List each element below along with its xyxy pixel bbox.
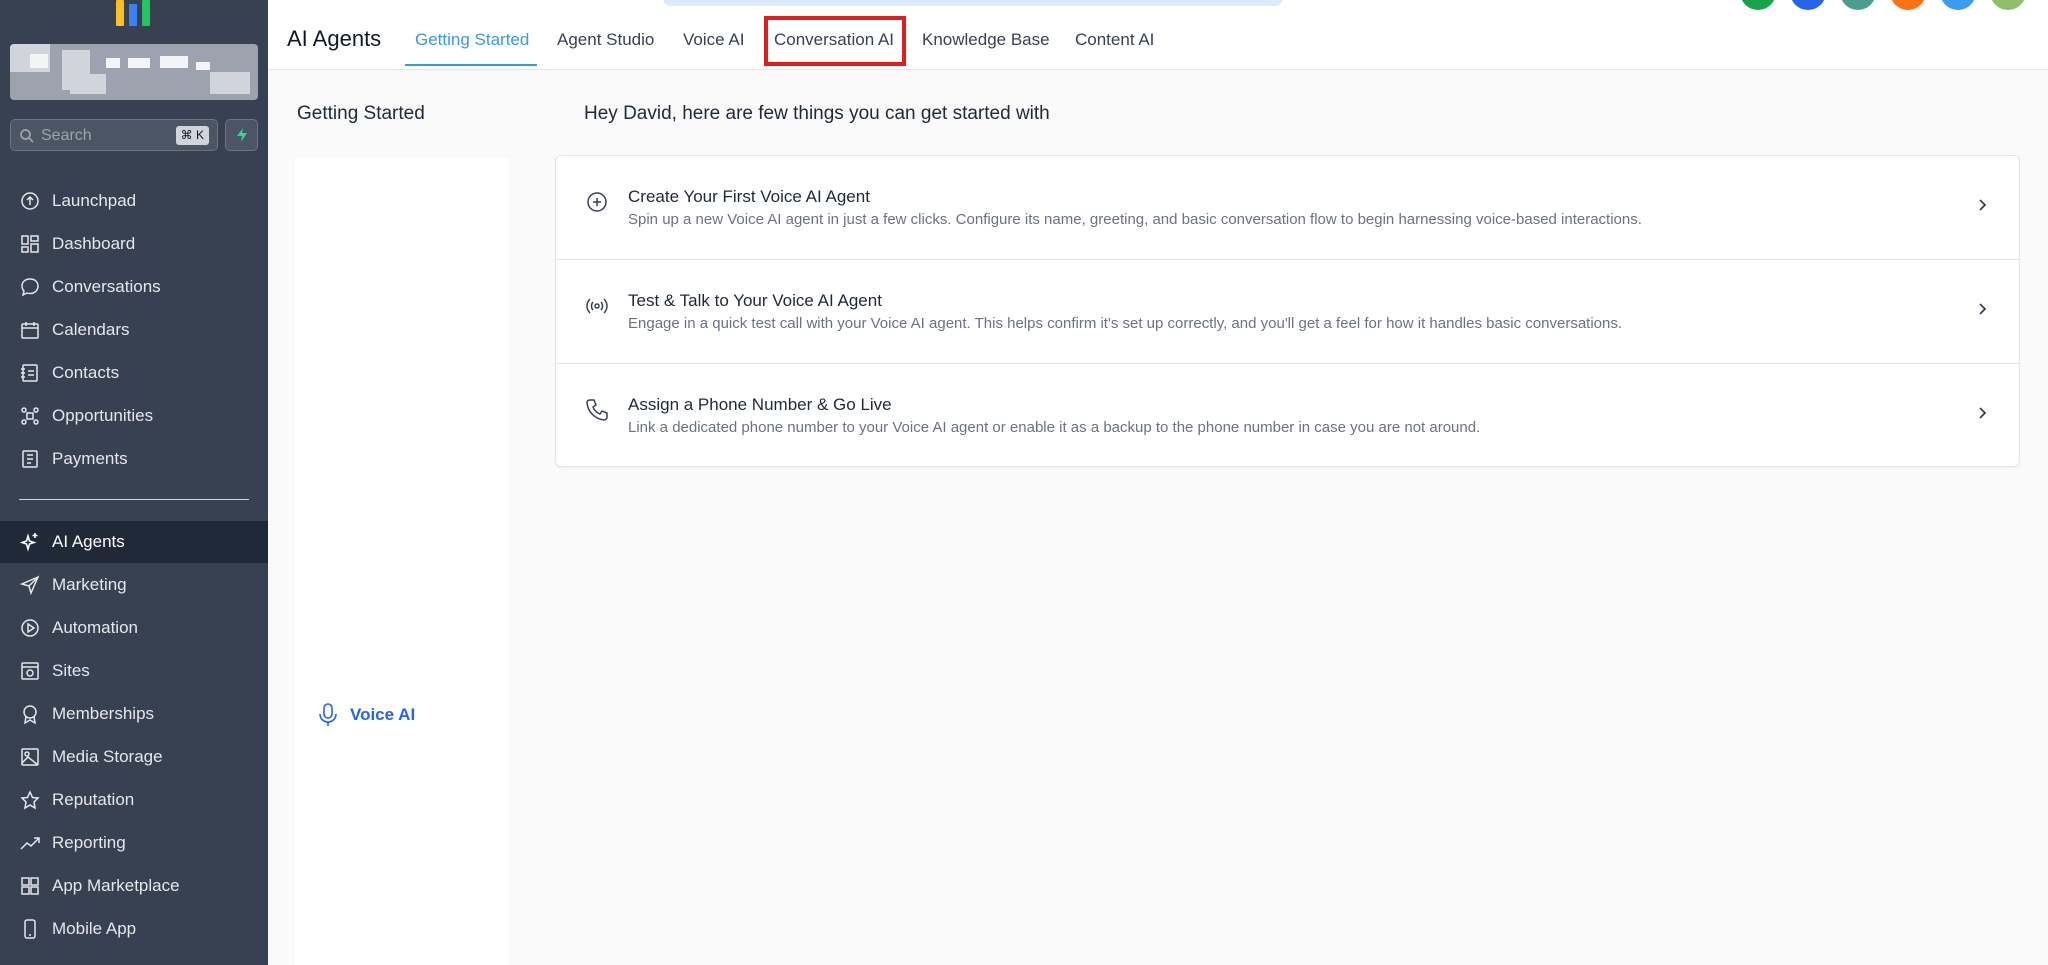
sidebar-item-label: App Marketplace — [52, 876, 180, 895]
sidebar-item-payments[interactable]: Payments — [0, 438, 268, 480]
sidebar-item-label: Dashboard — [52, 234, 136, 253]
sidebar-item-calendars[interactable]: Calendars — [0, 309, 268, 351]
tab-getting-started[interactable]: Getting Started — [415, 30, 529, 50]
sidebar-item-conversations[interactable]: Conversations — [0, 266, 268, 308]
sites-icon — [21, 662, 39, 680]
sidebar-item-label: Memberships — [52, 704, 155, 723]
brand-logo[interactable] — [116, 0, 152, 26]
sidebar-item-automation[interactable]: Automation — [0, 607, 268, 649]
search-bar[interactable]: Search ⌘ K — [10, 119, 218, 151]
search-placeholder[interactable]: Search — [41, 127, 92, 145]
step-test-agent[interactable]: Test & Talk to Your Voice AI Agent Engag… — [556, 260, 2019, 364]
dashboard-icon — [21, 235, 39, 253]
sidebar-item-label: Media Storage — [52, 747, 163, 766]
step-description: Link a dedicated phone number to your Vo… — [628, 419, 1481, 436]
page-title: AI Agents — [287, 26, 382, 51]
star-icon — [20, 790, 40, 810]
header-avatar[interactable] — [1790, 0, 1826, 10]
sidebar-item-dashboard[interactable]: Dashboard — [0, 223, 268, 265]
tab-content-ai[interactable]: Content AI — [1075, 30, 1154, 50]
step-assign-number[interactable]: Assign a Phone Number & Go Live Link a d… — [556, 364, 2019, 468]
sidebar-item-media-storage[interactable]: Media Storage — [0, 736, 268, 778]
launchpad-icon — [21, 192, 39, 210]
sidebar-item-ai-agents[interactable]: AI Agents — [0, 521, 268, 563]
broadcast-icon — [586, 298, 608, 314]
search-icon — [20, 129, 34, 143]
account-switcher[interactable] — [10, 44, 258, 100]
chevron-right-icon — [1979, 407, 1987, 419]
sidebar-item-label: Sites — [52, 661, 90, 680]
chevron-right-icon — [1979, 303, 1987, 315]
sidebar-item-mobile-app[interactable]: Mobile App — [0, 908, 268, 950]
quick-actions-button[interactable] — [225, 119, 258, 151]
grid-icon — [21, 877, 39, 895]
sidebar-item-label: Launchpad — [52, 191, 137, 210]
header-avatar[interactable] — [1740, 0, 1776, 10]
sidebar-item-reporting[interactable]: Reporting — [0, 822, 268, 864]
search-shortcut-badge: ⌘ K — [175, 126, 209, 145]
tab-knowledge-base[interactable]: Knowledge Base — [922, 30, 1050, 50]
step-title: Test & Talk to Your Voice AI Agent — [628, 291, 882, 310]
sidebar-item-label: Reputation — [52, 790, 135, 809]
sidebar-item-label: Marketing — [52, 575, 127, 594]
sidebar-item-label: AI Agents — [52, 532, 125, 551]
voice-ai-link[interactable]: Voice AI — [318, 703, 415, 727]
lightning-bolt-icon — [237, 128, 247, 142]
sidebar-item-label: Automation — [52, 618, 138, 637]
step-description: Engage in a quick test call with your Vo… — [628, 315, 1623, 332]
tab-agent-studio[interactable]: Agent Studio — [557, 30, 654, 50]
sidebar-item-contacts[interactable]: Contacts — [0, 352, 268, 394]
automation-icon — [21, 619, 39, 637]
header-avatar[interactable] — [1890, 0, 1926, 10]
chevron-right-icon — [1979, 199, 1987, 211]
sidebar-item-marketing[interactable]: Marketing — [0, 564, 268, 606]
step-title: Create Your First Voice AI Agent — [628, 187, 870, 206]
sidebar-item-label: Calendars — [52, 320, 130, 339]
header-avatar[interactable] — [1940, 0, 1976, 10]
image-icon — [21, 748, 39, 766]
sidebar-item-label: Payments — [52, 449, 128, 468]
sidebar-item-sites[interactable]: Sites — [0, 650, 268, 692]
header-avatar[interactable] — [1990, 0, 2026, 10]
voice-ai-link-label: Voice AI — [350, 705, 416, 724]
trending-up-icon — [20, 837, 40, 850]
tab-voice-ai[interactable]: Voice AI — [683, 30, 744, 50]
tab-highlight-box — [764, 16, 906, 66]
contacts-icon — [21, 364, 38, 382]
chat-bubble-icon — [21, 278, 39, 297]
greeting: Hey David, here are few things you can g… — [584, 103, 1050, 124]
sidebar-item-label: Reporting — [52, 833, 126, 852]
send-icon — [20, 575, 40, 595]
phone-icon — [586, 399, 608, 421]
award-icon — [23, 705, 37, 724]
sidebar-divider — [19, 499, 249, 500]
sidebar-item-reputation[interactable]: Reputation — [0, 779, 268, 821]
sidebar-item-label: Opportunities — [52, 406, 154, 425]
step-description: Spin up a new Voice AI agent in just a f… — [628, 211, 1642, 228]
subpanel — [295, 158, 509, 965]
sidebar-item-memberships[interactable]: Memberships — [0, 693, 268, 735]
microphone-icon — [319, 703, 337, 726]
sidebar-item-opportunities[interactable]: Opportunities — [0, 395, 268, 437]
sidebar-item-label: Conversations — [52, 277, 161, 296]
header-avatar[interactable] — [1840, 0, 1876, 10]
subpanel-title: Getting Started — [297, 103, 425, 124]
step-title: Assign a Phone Number & Go Live — [628, 395, 892, 414]
sidebar: Search ⌘ K Launchpad Dashboard Conversat… — [0, 0, 268, 965]
sidebar-item-label: Mobile App — [52, 919, 137, 938]
sidebar-item-label: Contacts — [52, 363, 120, 382]
top-banner[interactable] — [663, 0, 1283, 6]
calendar-icon — [21, 322, 39, 339]
getting-started-card: Create Your First Voice AI Agent Spin up… — [555, 155, 2020, 467]
active-tab-indicator — [405, 64, 537, 66]
top-bar: AI Agents Getting Started Agent Studio V… — [268, 0, 2048, 70]
sparkle-icon — [20, 533, 38, 552]
plus-circle-icon — [587, 192, 607, 212]
payments-icon — [22, 450, 38, 468]
mobile-icon — [24, 919, 36, 939]
sidebar-item-app-marketplace[interactable]: App Marketplace — [0, 865, 268, 907]
opportunities-icon — [21, 407, 39, 425]
sidebar-item-launchpad[interactable]: Launchpad — [0, 180, 268, 222]
step-create-agent[interactable]: Create Your First Voice AI Agent Spin up… — [556, 156, 2019, 260]
